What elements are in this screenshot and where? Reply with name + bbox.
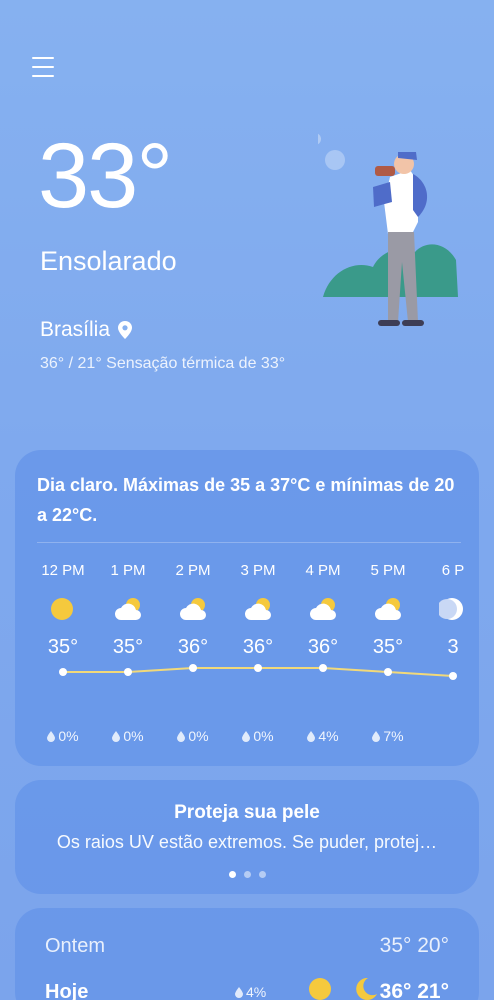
- hour-precip: 4%: [291, 728, 355, 744]
- hourly-strip[interactable]: 12 PM 35° 0% 1 PM 35° 0% 2 PM 36° 0% 3 PM 36° 0% 4 P…: [15, 560, 479, 760]
- hour-time: 5 PM: [370, 562, 406, 579]
- divider: [37, 542, 461, 543]
- hour-temperature: 36°: [307, 636, 339, 658]
- hour-temperature: 36°: [177, 636, 209, 658]
- hour-time: 1 PM: [110, 562, 146, 579]
- raindrop-icon: [307, 730, 316, 742]
- precip-value: 4%: [318, 728, 339, 744]
- day-name: Ontem: [45, 934, 106, 957]
- moon-icon: [356, 977, 377, 1000]
- day-temps: 35° 20°: [379, 934, 449, 957]
- hour-temperature: 35°: [47, 636, 79, 658]
- hour-precip: 7%: [356, 728, 420, 744]
- menu-line: [32, 57, 54, 59]
- hour-time: 2 PM: [175, 562, 211, 579]
- hour-temperature: 3: [447, 636, 459, 658]
- temp-range-feels-like: 36° / 21° Sensação térmica de 33°: [40, 355, 286, 372]
- hour-temperature: 35°: [112, 636, 144, 658]
- current-condition: Ensolarado: [40, 246, 177, 276]
- location-row[interactable]: Brasília: [40, 318, 133, 342]
- forecast-summary: Dia claro. Máximas de 35 a 37°C e mínima…: [37, 475, 455, 525]
- uv-advice-card[interactable]: Proteja sua pele Os raios UV estão extre…: [15, 780, 479, 894]
- precip-chance: 4%: [235, 984, 266, 1000]
- partly-cloudy-icon: [309, 596, 336, 622]
- partly-cloudy-icon: [374, 596, 401, 622]
- hour-precip: 0%: [226, 728, 290, 744]
- current-temperature: 33°: [38, 125, 173, 227]
- partly-cloudy-icon: [114, 596, 141, 622]
- day-name: Hoje: [45, 980, 89, 1000]
- hour-temperature: 35°: [372, 636, 404, 658]
- menu-line: [32, 66, 54, 68]
- day-row-yesterday[interactable]: Ontem 35° 20°: [45, 934, 449, 958]
- hour-precip: 0%: [31, 728, 95, 744]
- city-name: Brasília: [40, 318, 111, 341]
- precip-value: 0%: [253, 728, 274, 744]
- moon-icon: [437, 596, 465, 622]
- raindrop-icon: [372, 730, 381, 742]
- hourly-forecast-card[interactable]: Dia claro. Máximas de 35 a 37°C e mínima…: [15, 450, 479, 766]
- partly-cloudy-icon: [179, 596, 206, 622]
- partly-cloudy-icon: [244, 596, 271, 622]
- precip-value: 7%: [383, 728, 404, 744]
- hour-precip: 0%: [96, 728, 160, 744]
- location-pin-icon: [118, 321, 133, 339]
- daily-forecast-card[interactable]: Ontem 35° 20° Hoje 4% 36° 21°: [15, 908, 479, 1000]
- uv-advice-text: Os raios UV estão extremos. Se puder, pr…: [56, 832, 438, 852]
- precip-value: 0%: [188, 728, 209, 744]
- raindrop-icon: [177, 730, 186, 742]
- hour-temperature: 36°: [242, 636, 274, 658]
- raindrop-icon: [47, 730, 56, 742]
- carousel-dots: [15, 871, 479, 878]
- carousel-dot[interactable]: [243, 871, 251, 878]
- day-temps: 36° 21°: [379, 980, 449, 1000]
- weather-illustration: [318, 133, 458, 326]
- sun-icon: [49, 596, 75, 622]
- carousel-dot-active[interactable]: [228, 871, 236, 878]
- precip-value: 0%: [58, 728, 79, 744]
- raindrop-icon: [235, 986, 243, 998]
- day-row-today[interactable]: Hoje 4% 36° 21°: [45, 977, 449, 1000]
- hour-time: 12 PM: [41, 562, 85, 579]
- precip-value: 0%: [123, 728, 144, 744]
- hour-time: 6 P: [441, 562, 465, 579]
- raindrop-icon: [112, 730, 121, 742]
- carousel-dot[interactable]: [258, 871, 266, 878]
- hour-time: 4 PM: [305, 562, 341, 579]
- hour-precip: 0%: [161, 728, 225, 744]
- sun-icon: [309, 978, 331, 1000]
- precip-value: 4%: [246, 984, 267, 1000]
- hour-time: 3 PM: [240, 562, 276, 579]
- raindrop-icon: [242, 730, 251, 742]
- uv-advice-title: Proteja sua pele: [174, 802, 320, 823]
- menu-button[interactable]: [32, 55, 56, 79]
- menu-line: [32, 75, 54, 77]
